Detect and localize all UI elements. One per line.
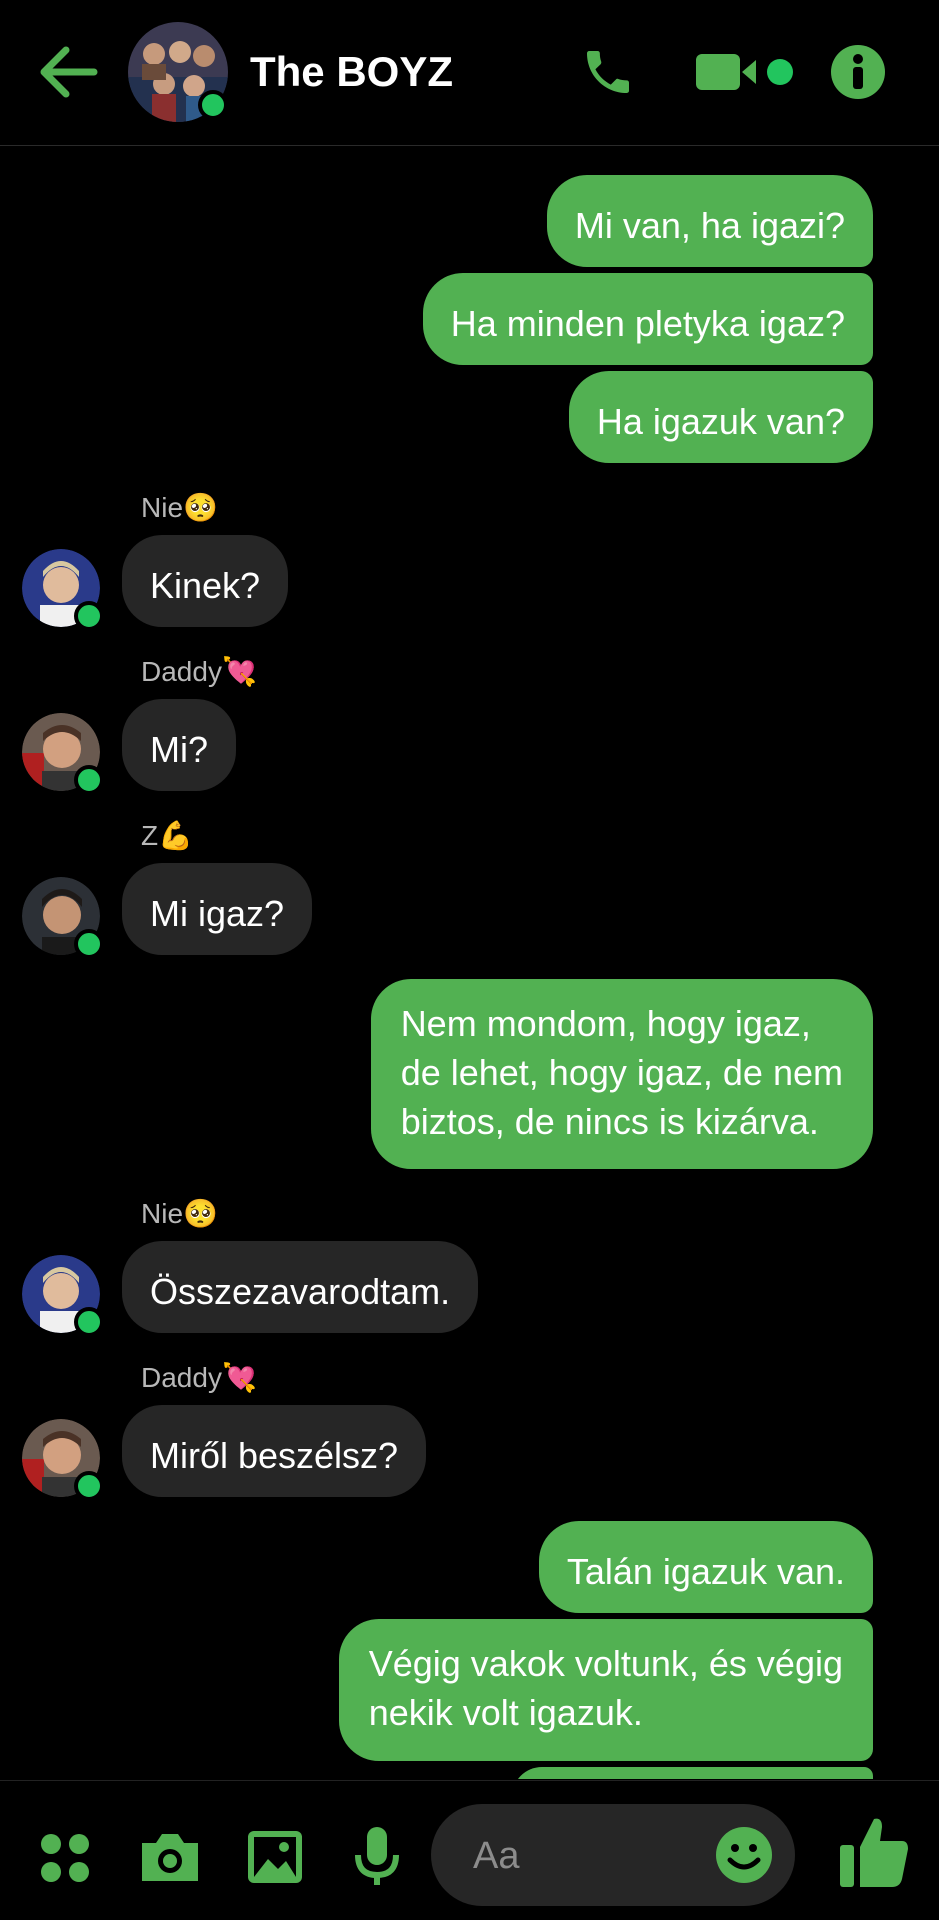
- message-line: de lehet, hogy igaz, de nem: [400, 1052, 843, 1093]
- info-icon[interactable]: [830, 44, 886, 100]
- avatar[interactable]: [22, 1419, 104, 1501]
- video-camera-icon[interactable]: [696, 50, 796, 94]
- camera-icon[interactable]: [138, 1829, 202, 1885]
- message-line: Végig vakok voltunk, és végig: [368, 1643, 843, 1684]
- composer-bar: [0, 1780, 939, 1920]
- sender-name: Nie🥺: [141, 492, 218, 523]
- sender-name: Daddy💘: [141, 656, 257, 687]
- incoming-message[interactable]: Kinek?: [122, 535, 289, 627]
- outgoing-message[interactable]: Ha minden pletyka igaz?: [422, 273, 873, 365]
- outgoing-message[interactable]: Ha igazuk van?: [568, 371, 873, 463]
- online-status-dot: [74, 1471, 104, 1501]
- avatar[interactable]: [22, 713, 104, 795]
- outgoing-message[interactable]: Mi van, ha igazi?: [546, 175, 873, 267]
- grid-menu-icon[interactable]: [40, 1833, 90, 1883]
- online-status-dot: [198, 90, 228, 120]
- avatar[interactable]: [22, 877, 104, 959]
- sender-name: Z💪: [141, 820, 193, 851]
- outgoing-message-partial[interactable]: [512, 1767, 873, 1779]
- online-status-dot: [74, 929, 104, 959]
- arrow-left-icon[interactable]: [38, 44, 98, 100]
- incoming-message[interactable]: Mi igaz?: [122, 863, 313, 955]
- message-line: biztos, de nincs is kizárva.: [400, 1101, 819, 1142]
- message-line: nekik volt igazuk.: [368, 1692, 643, 1733]
- thumbs-up-icon[interactable]: [838, 1815, 910, 1889]
- avatar[interactable]: [22, 1255, 104, 1337]
- avatar[interactable]: [22, 549, 104, 631]
- message-line: Nem mondom, hogy igaz,: [400, 1003, 811, 1044]
- outgoing-message[interactable]: Nem mondom, hogy igaz, de lehet, hogy ig…: [370, 979, 873, 1169]
- outgoing-message[interactable]: Talán igazuk van.: [538, 1521, 873, 1613]
- emoji-icon[interactable]: [715, 1826, 773, 1884]
- sender-name: Daddy💘: [141, 1362, 257, 1393]
- group-avatar[interactable]: [128, 22, 232, 126]
- incoming-message[interactable]: Mi?: [122, 699, 237, 791]
- online-status-dot: [74, 765, 104, 795]
- online-status-dot: [74, 1307, 104, 1337]
- image-icon[interactable]: [246, 1829, 304, 1885]
- message-list[interactable]: Mi van, ha igazi? Ha minden pletyka igaz…: [0, 147, 939, 1779]
- outgoing-message[interactable]: Végig vakok voltunk, és végig nekik volt…: [338, 1619, 873, 1761]
- online-status-dot: [74, 601, 104, 631]
- conversation-title[interactable]: The BOYZ: [250, 48, 453, 96]
- phone-icon[interactable]: [580, 44, 636, 100]
- incoming-message[interactable]: Összezavarodtam.: [122, 1241, 479, 1333]
- microphone-icon[interactable]: [352, 1825, 402, 1889]
- message-composer[interactable]: [431, 1804, 795, 1906]
- sender-name: Nie🥺: [141, 1198, 218, 1229]
- incoming-message[interactable]: Miről beszélsz?: [122, 1405, 427, 1497]
- conversation-header: The BOYZ: [0, 0, 939, 146]
- message-input[interactable]: [471, 1830, 705, 1882]
